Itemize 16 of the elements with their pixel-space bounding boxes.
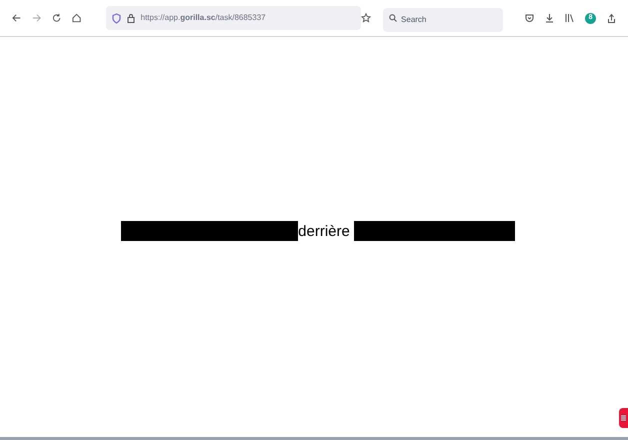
search-icon (389, 14, 398, 22)
pocket-icon[interactable] (525, 14, 534, 22)
reload-icon[interactable] (52, 13, 62, 23)
share-icon[interactable] (607, 12, 616, 24)
sentence-text: derrière (298, 224, 350, 238)
search-field[interactable]: Search (383, 8, 504, 32)
back-icon[interactable] (12, 13, 22, 23)
library-icon[interactable] (565, 13, 574, 23)
menu-icon (621, 415, 626, 421)
star-icon[interactable] (361, 13, 372, 23)
url-text: https://app.gorilla.sc/task/8685337 (140, 12, 266, 24)
lock-icon (126, 13, 135, 23)
shield-icon (112, 12, 121, 24)
download-icon[interactable] (545, 13, 554, 23)
home-icon[interactable] (72, 13, 82, 23)
address-bar[interactable]: https://app.gorilla.sc/task/8685337 (106, 6, 362, 30)
